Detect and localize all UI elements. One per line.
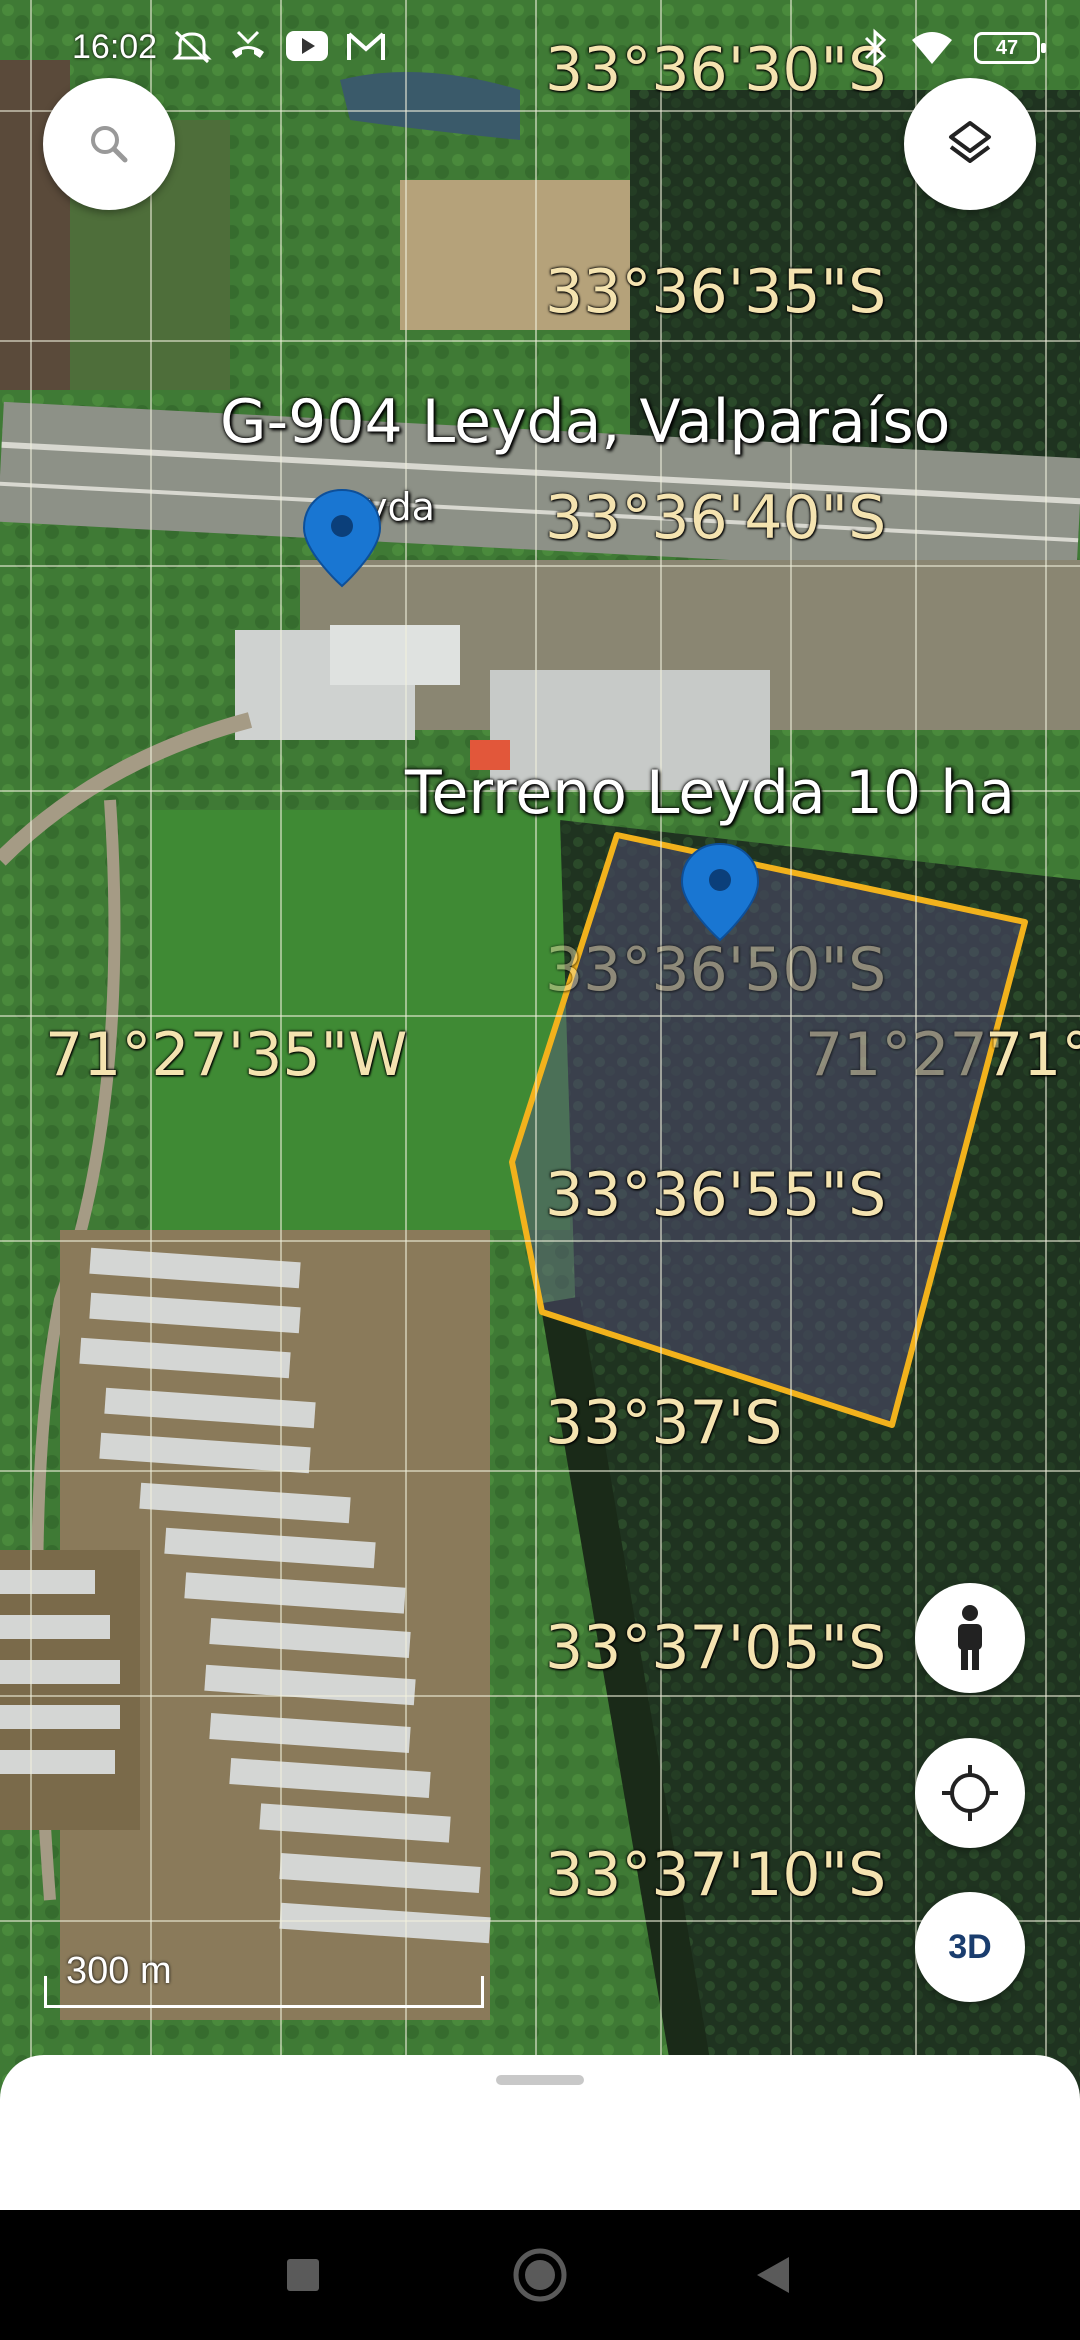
- gmail-icon: [347, 32, 385, 60]
- my-location-button[interactable]: [915, 1738, 1025, 1848]
- road-place-label[interactable]: G-904 Leyda, Valparaíso: [220, 392, 950, 452]
- circle-icon: [513, 2248, 567, 2302]
- latitude-label: 33°36'35"S: [545, 257, 887, 327]
- view-3d-label: 3D: [948, 1927, 992, 1966]
- latitude-label: 33°37'05"S: [545, 1613, 887, 1683]
- latitude-label: 33°37'10"S: [545, 1840, 887, 1910]
- parcel-label[interactable]: Terreno Leyda 10 ha: [405, 763, 1015, 823]
- grid-line: [0, 1920, 1080, 1922]
- longitude-label: 71°27': [805, 1020, 1005, 1090]
- bottom-sheet[interactable]: [0, 2055, 1080, 2210]
- status-time: 16:02: [72, 28, 158, 66]
- grid-line: [0, 1015, 1080, 1017]
- sheet-drag-handle[interactable]: [496, 2075, 584, 2085]
- scale-label: 300 m: [66, 1950, 172, 1992]
- status-icons-left: [172, 28, 386, 64]
- location-pin-parcel[interactable]: [680, 842, 760, 942]
- map-scale: 300 m: [44, 1950, 484, 2008]
- pegman-icon: [958, 1605, 982, 1670]
- longitude-label: 71°27'35"W: [45, 1020, 408, 1090]
- street-view-button[interactable]: [915, 1583, 1025, 1693]
- latitude-label: 33°36'40"S: [545, 483, 887, 553]
- search-button[interactable]: [43, 78, 175, 210]
- longitude-label: 71°: [985, 1020, 1080, 1090]
- view-3d-button[interactable]: 3D: [915, 1892, 1025, 2002]
- search-icon: [91, 126, 128, 163]
- square-icon: [287, 2259, 319, 2291]
- latitude-label: 33°36'55"S: [545, 1160, 887, 1230]
- grid-line: [0, 1695, 1080, 1697]
- latitude-label: 33°37'S: [545, 1388, 783, 1458]
- bluetooth-icon: [864, 28, 887, 68]
- recents-button[interactable]: [243, 2210, 363, 2340]
- youtube-icon: [286, 31, 328, 61]
- status-bar: 16:02 47: [0, 0, 1080, 86]
- triangle-back-icon: [757, 2257, 789, 2293]
- location-pin-road[interactable]: [302, 488, 382, 588]
- grid-line: [535, 0, 537, 2120]
- back-button[interactable]: [713, 2210, 833, 2340]
- battery-indicator: 47: [974, 32, 1046, 64]
- grid-line: [0, 340, 1080, 342]
- wifi-icon: [912, 32, 952, 64]
- home-button[interactable]: [480, 2210, 600, 2340]
- grid-line: [0, 1240, 1080, 1242]
- layers-icon: [949, 121, 991, 163]
- crosshair-icon: [942, 1765, 998, 1821]
- muted-alarm-icon: [172, 30, 212, 64]
- grid-line: [0, 565, 1080, 567]
- grid-line: [30, 0, 32, 2120]
- missed-call-icon: [232, 30, 264, 58]
- status-icons-right: 47: [860, 28, 1046, 68]
- latitude-label: 33°36'50"S: [545, 935, 887, 1005]
- layers-button[interactable]: [904, 78, 1036, 210]
- system-nav-bar: [0, 2210, 1080, 2340]
- grid-line: [0, 1470, 1080, 1472]
